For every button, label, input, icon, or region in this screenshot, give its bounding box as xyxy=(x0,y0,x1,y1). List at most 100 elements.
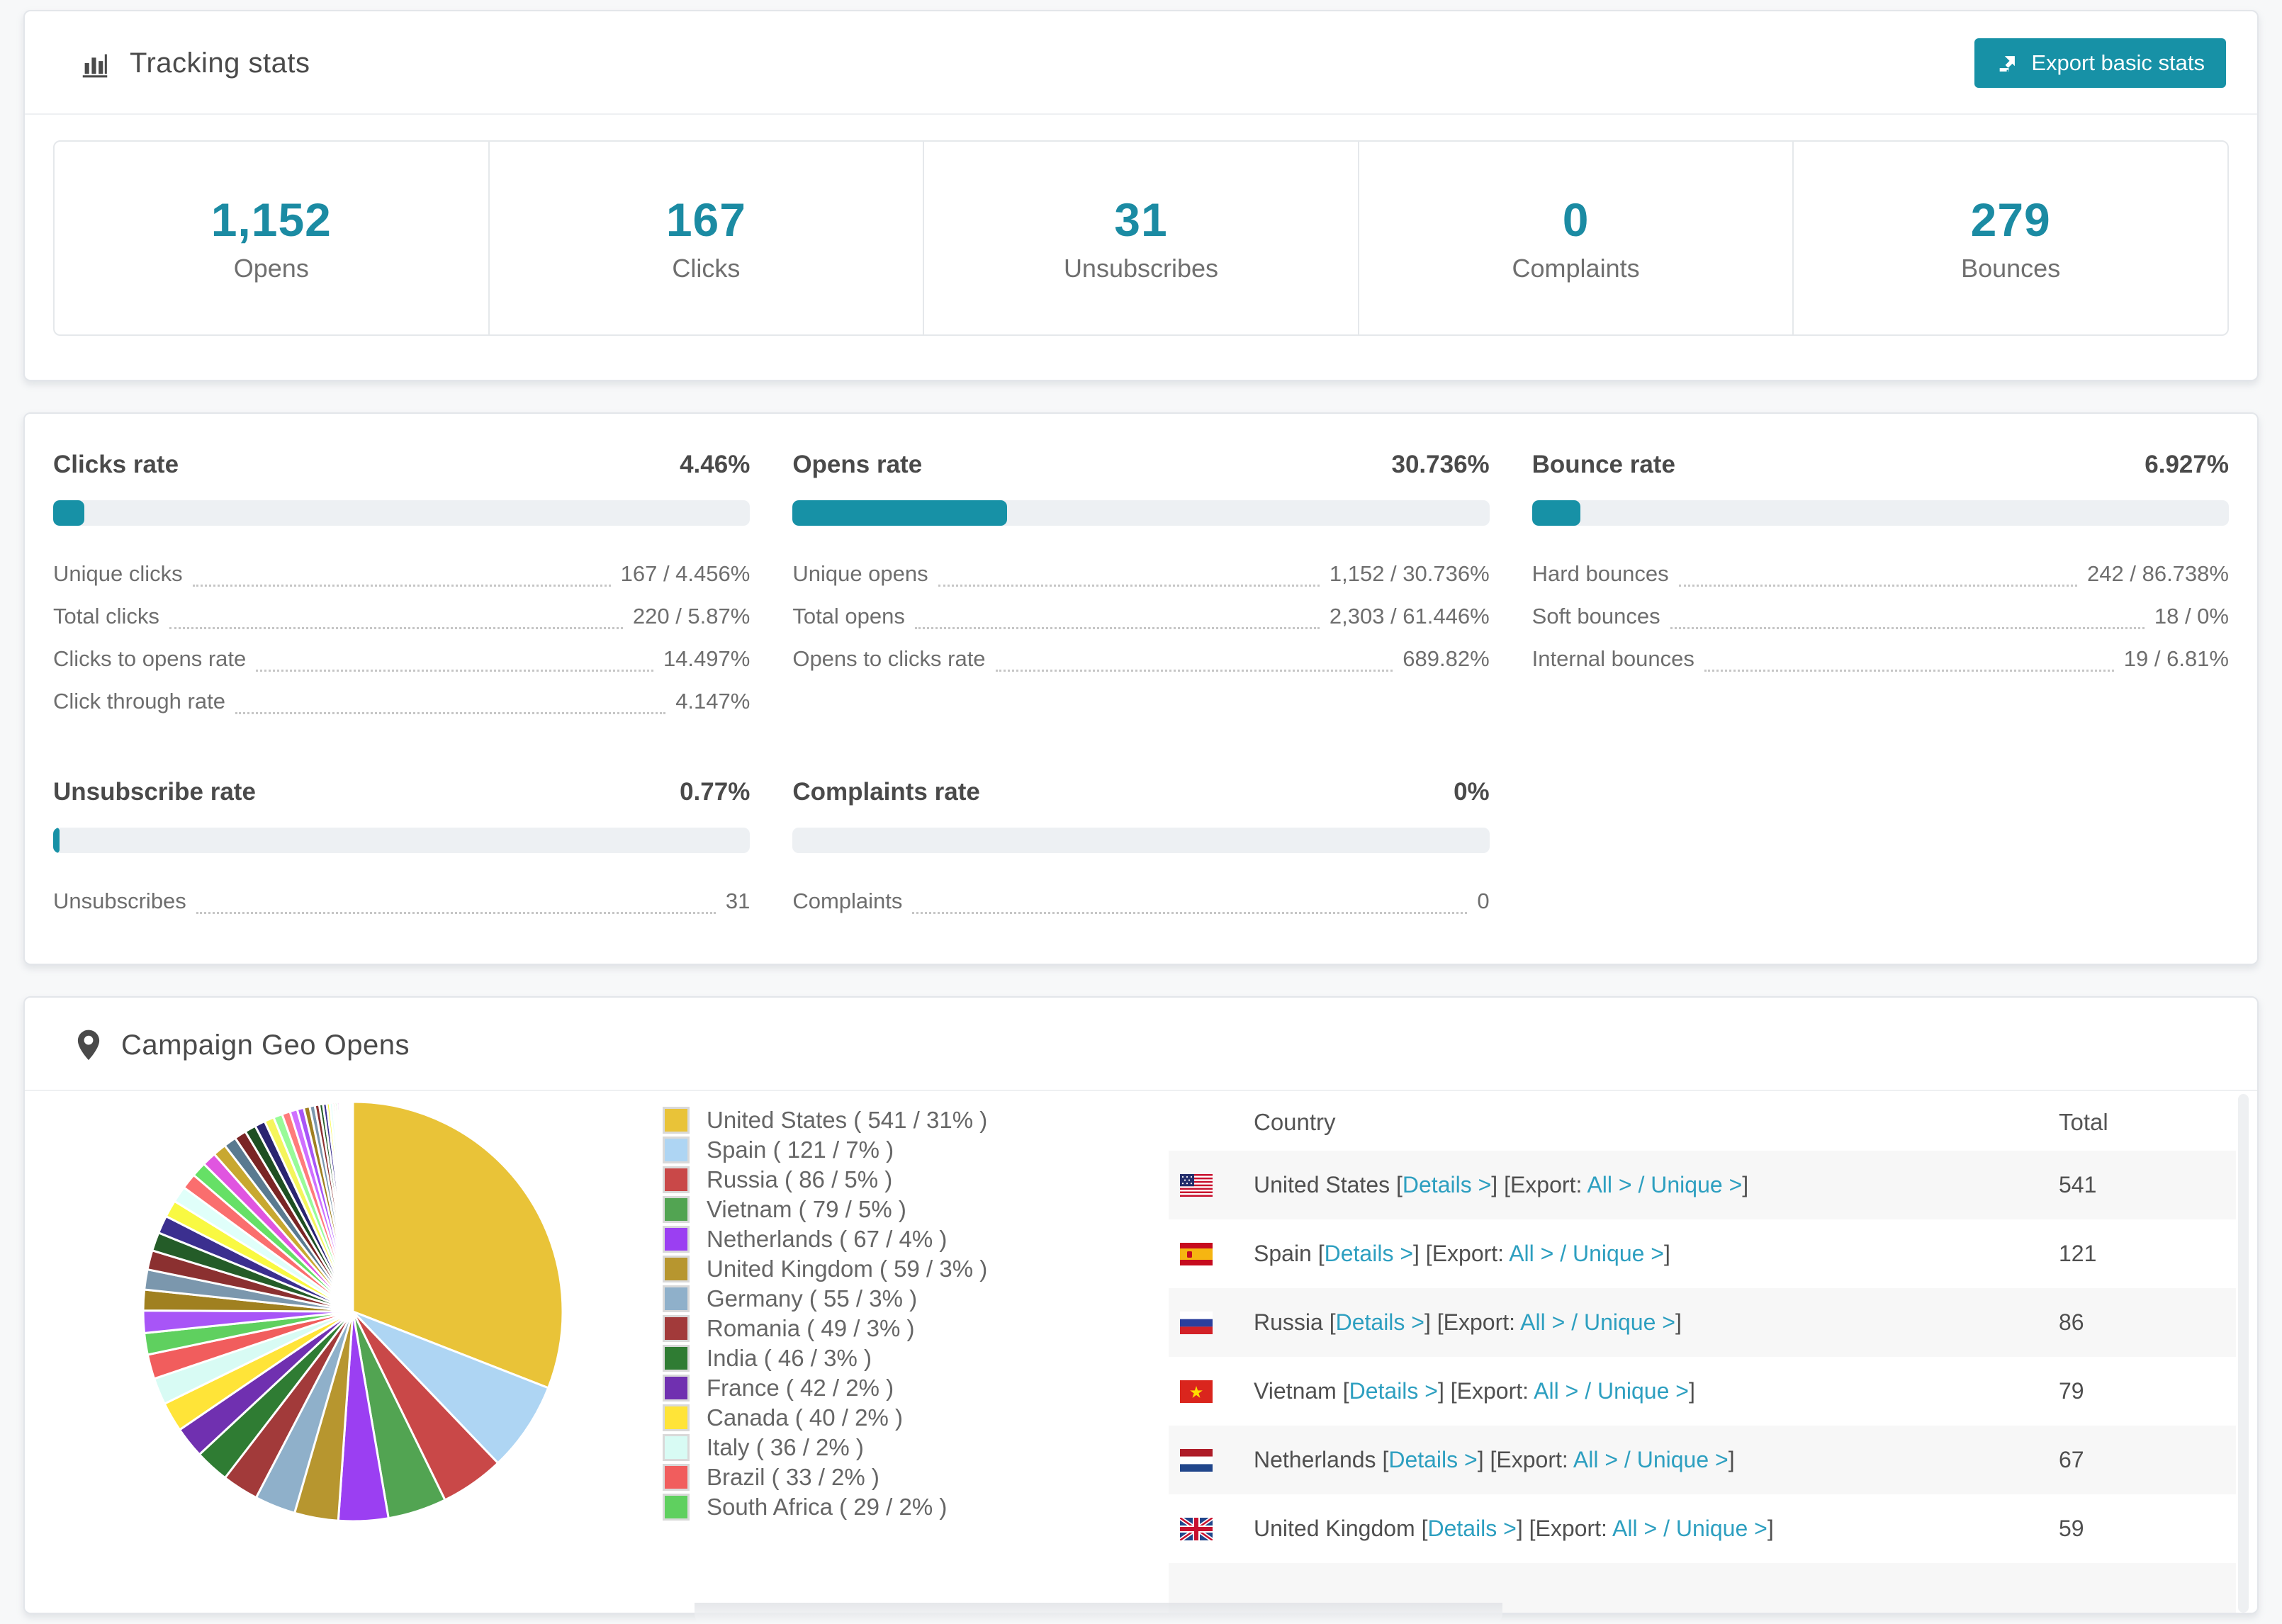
export-unique-link[interactable]: Unique > xyxy=(1584,1309,1675,1335)
export-all-link[interactable]: All > xyxy=(1534,1378,1578,1404)
rate-block-header: Bounce rate 6.927% xyxy=(1532,451,2229,479)
geo-table: Country Total United States [Details >] … xyxy=(1169,1094,2249,1613)
total-cell: 541 xyxy=(2059,1172,2097,1197)
export-basic-stats-button[interactable]: Export basic stats xyxy=(1974,38,2226,88)
rate-detail-rows: Unique opens 1,152 / 30.736% Total opens 2,… xyxy=(792,553,1490,680)
rate-progress-bar xyxy=(1531,500,2229,526)
rate-detail-row: Unsubscribes 31 xyxy=(53,880,750,923)
export-all-link[interactable]: All > xyxy=(1587,1172,1631,1197)
export-unique-link[interactable]: Unique > xyxy=(1651,1172,1742,1197)
rate-detail-value: 31 xyxy=(725,889,751,913)
rate-detail-value: 1,152 / 30.736% xyxy=(1329,561,1490,586)
details-link[interactable]: Details > xyxy=(1403,1172,1491,1197)
export-unique-link[interactable]: Unique > xyxy=(1676,1516,1767,1541)
rate-detail-label: Total opens xyxy=(792,604,905,628)
rate-block: Opens rate 30.736% Unique opens 1,152 / 30.… xyxy=(792,451,1490,723)
dotted-leader xyxy=(914,624,1320,629)
summary-stat-value: 31 xyxy=(1114,193,1168,246)
legend-item: Romania ( 49 / 3% ) xyxy=(663,1315,1159,1342)
rate-block-header: Clicks rate 4.46% xyxy=(53,451,750,479)
legend-item: Brazil ( 33 / 2% ) xyxy=(663,1464,1159,1491)
rate-detail-value: 14.497% xyxy=(663,646,751,671)
country-cell: United Kingdom [Details >] [Export: All … xyxy=(1254,1516,2059,1542)
pie-slice xyxy=(351,1100,354,1312)
rate-detail-label: Opens to clicks rate xyxy=(792,646,986,671)
details-link[interactable]: Details > xyxy=(1336,1309,1424,1335)
export-icon xyxy=(1996,51,2020,75)
rate-detail-label: Internal bounces xyxy=(1531,646,1694,671)
legend-swatch xyxy=(663,1494,690,1521)
export-all-link[interactable]: All > xyxy=(1573,1447,1618,1472)
rate-detail-row: Total opens 2,303 / 61.446% xyxy=(792,595,1490,638)
rate-detail-value: 0 xyxy=(1477,889,1490,913)
legend-item: Spain ( 121 / 7% ) xyxy=(663,1137,1159,1163)
legend-swatch xyxy=(663,1285,690,1312)
details-link[interactable]: Details > xyxy=(1388,1447,1477,1472)
bracket-text: ] xyxy=(1675,1309,1682,1335)
dotted-leader xyxy=(1670,624,2145,629)
export-unique-link[interactable]: Unique > xyxy=(1573,1241,1664,1266)
rate-detail-value: 689.82% xyxy=(1403,646,1490,671)
country-cell: United States [Details >] [Export: All >… xyxy=(1254,1172,2059,1198)
total-cell: 86 xyxy=(2059,1309,2084,1335)
total-cell: 79 xyxy=(2059,1378,2084,1404)
rate-block: Complaints rate 0% Complaints 0 xyxy=(792,778,1490,923)
bracket-text: ] [Export: xyxy=(1491,1172,1587,1197)
legend-item: Canada ( 40 / 2% ) xyxy=(663,1404,1159,1431)
summary-stat-cell: 279 Bounces xyxy=(1794,142,2227,334)
column-header-country: Country xyxy=(1254,1109,1336,1135)
rate-block: Clicks rate 4.46% Unique clicks 167 / 4.456… xyxy=(53,451,751,723)
details-link[interactable]: Details > xyxy=(1349,1378,1438,1404)
export-all-link[interactable]: All > xyxy=(1612,1516,1657,1541)
total-cell: 59 xyxy=(2059,1516,2084,1541)
country-name: Vietnam [ xyxy=(1254,1378,1349,1404)
legend-label: India ( 46 / 3% ) xyxy=(707,1345,872,1371)
export-unique-link[interactable]: Unique > xyxy=(1637,1447,1729,1472)
rate-detail-rows: Unique clicks 167 / 4.456% Total clicks 220… xyxy=(53,553,750,723)
rate-detail-row: Internal bounces 19 / 6.81% xyxy=(1532,638,2229,680)
export-all-link[interactable]: All > xyxy=(1509,1241,1553,1266)
rate-detail-label: Total clicks xyxy=(53,604,159,628)
legend-swatch xyxy=(663,1315,690,1342)
column-header-total: Total xyxy=(2059,1109,2108,1135)
export-all-link[interactable]: All > xyxy=(1520,1309,1565,1335)
summary-stat-cell: 1,152 Opens xyxy=(55,142,490,334)
rate-progress-bar xyxy=(53,500,751,526)
legend-label: Netherlands ( 67 / 4% ) xyxy=(707,1226,948,1252)
map-pin-icon xyxy=(74,1029,103,1061)
legend-label: France ( 42 / 2% ) xyxy=(707,1375,894,1401)
legend-item: Vietnam ( 79 / 5% ) xyxy=(663,1196,1159,1223)
legend-item: Germany ( 55 / 3% ) xyxy=(663,1285,1159,1312)
rate-title: Bounce rate xyxy=(1531,451,1675,478)
link-slash: / xyxy=(1565,1309,1584,1335)
country-cell: Netherlands [Details >] [Export: All > /… xyxy=(1254,1447,2059,1473)
country-flag-ru xyxy=(1180,1311,1213,1334)
summary-stat-value: 279 xyxy=(1970,193,2051,246)
summary-stat-label: Opens xyxy=(233,254,309,283)
rate-detail-value: 18 / 0% xyxy=(2154,604,2229,628)
rate-title: Complaints rate xyxy=(792,778,980,806)
dotted-leader xyxy=(1678,581,2078,587)
legend-item: United States ( 541 / 31% ) xyxy=(663,1107,1159,1134)
legend-item: Netherlands ( 67 / 4% ) xyxy=(663,1226,1159,1253)
rate-percent-value: 0.77% xyxy=(680,778,751,806)
legend-label: Russia ( 86 / 5% ) xyxy=(707,1166,893,1192)
details-link[interactable]: Details > xyxy=(1325,1241,1413,1266)
rate-detail-label: Hard bounces xyxy=(1531,561,1669,586)
dotted-leader xyxy=(235,709,666,714)
flag-cell xyxy=(1180,1517,1213,1540)
legend-swatch xyxy=(663,1256,690,1282)
country-flag-nl xyxy=(1180,1448,1213,1472)
details-link[interactable]: Details > xyxy=(1427,1516,1516,1541)
summary-stat-label: Clicks xyxy=(672,254,741,283)
geo-content: United States ( 541 / 31% ) Spain ( 121 /… xyxy=(25,1091,2257,1613)
link-slash: / xyxy=(1657,1516,1676,1541)
rate-detail-row: Click through rate 4.147% xyxy=(53,680,750,723)
export-unique-link[interactable]: Unique > xyxy=(1597,1378,1689,1404)
rate-detail-value: 2,303 / 61.446% xyxy=(1329,604,1490,628)
rate-detail-label: Unsubscribes xyxy=(53,889,186,913)
flag-cell xyxy=(1180,1242,1213,1265)
legend-swatch xyxy=(663,1404,690,1431)
table-scrollbar[interactable] xyxy=(2238,1094,2249,1613)
rate-block: Bounce rate 6.927% Hard bounces 242 / 86.73… xyxy=(1531,451,2229,723)
